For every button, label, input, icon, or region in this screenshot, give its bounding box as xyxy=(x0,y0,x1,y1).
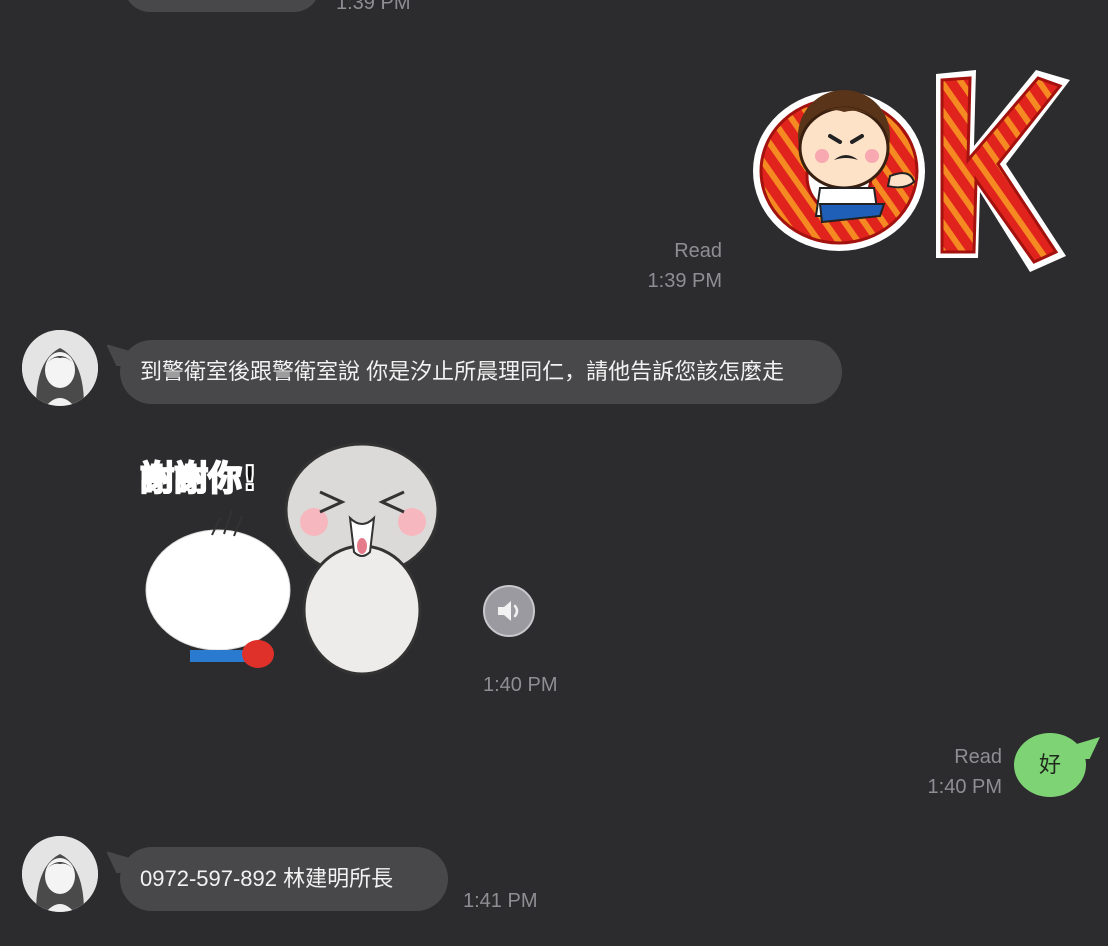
message-time: 1:39 PM xyxy=(336,0,411,14)
speaker-icon xyxy=(498,601,519,621)
thank-you-sticker[interactable]: 謝謝你! xyxy=(130,430,460,680)
avatar-image xyxy=(22,330,98,406)
ok-sticker[interactable] xyxy=(744,56,1074,282)
thank-you-sticker-image: 謝謝你! xyxy=(139,442,440,676)
message-text: 到警衛室後跟警衛室說 你是汐止所晨理同仁，請他告訴您該怎麼走 xyxy=(140,359,785,384)
incoming-bubble-partial[interactable] xyxy=(124,0,320,12)
message-text: 0972-597-892 林建明所長 xyxy=(140,866,394,891)
read-status: Read xyxy=(954,746,1002,768)
sticker-caption: 謝謝你! xyxy=(140,459,258,499)
ok-sticker-image xyxy=(753,70,1070,272)
avatar-image xyxy=(22,836,98,912)
incoming-message-bubble[interactable]: 到警衛室後跟警衛室說 你是汐止所晨理同仁，請他告訴您該怎麼走 xyxy=(120,340,842,404)
message-time: 1:40 PM xyxy=(483,674,558,696)
message-time: 1:40 PM xyxy=(927,776,1002,798)
read-status: Read xyxy=(674,240,722,262)
message-time: 1:41 PM xyxy=(463,890,538,912)
message-time: 1:39 PM xyxy=(647,270,722,292)
message-text: 好 xyxy=(1038,752,1061,777)
contact-avatar[interactable] xyxy=(22,836,98,912)
outgoing-message-bubble[interactable]: 好 xyxy=(1014,733,1086,797)
sticker-sound-button[interactable] xyxy=(483,585,535,637)
incoming-message-bubble[interactable]: 0972-597-892 林建明所長 xyxy=(120,847,448,911)
contact-avatar[interactable] xyxy=(22,330,98,406)
